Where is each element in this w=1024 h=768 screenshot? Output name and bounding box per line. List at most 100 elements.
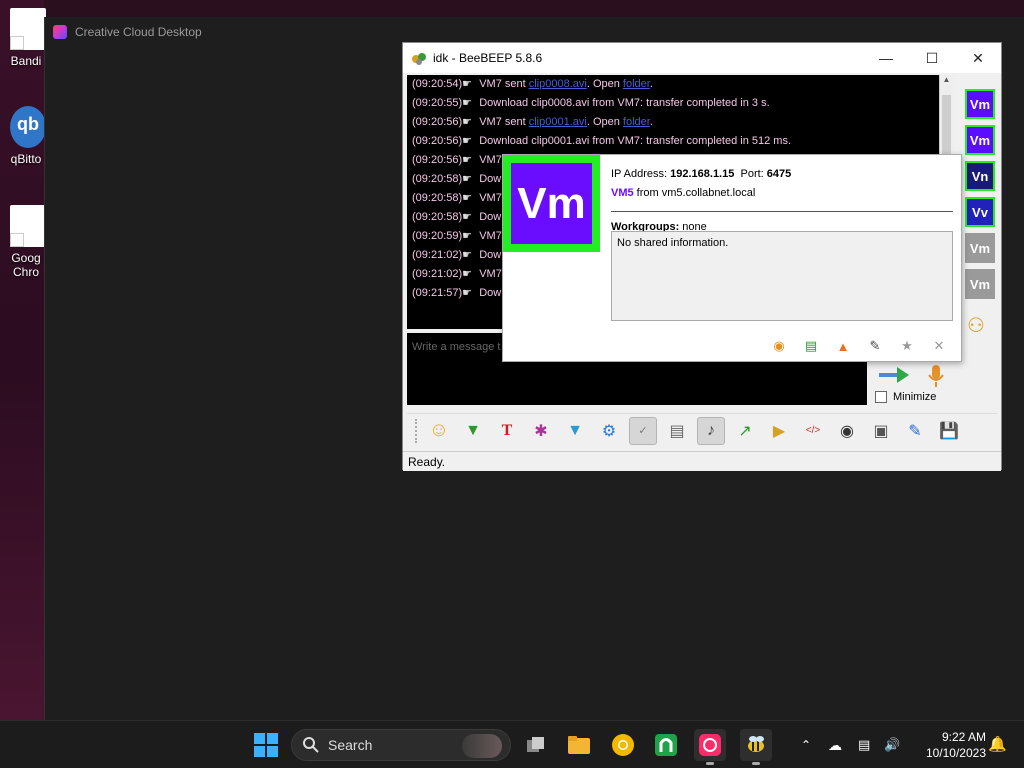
toolbar-grip[interactable] (415, 418, 419, 443)
clock[interactable]: 9:22 AM 10/10/2023 (910, 729, 986, 761)
screenshot-icon[interactable]: ◉ (833, 417, 861, 445)
chrome-canary-icon (612, 734, 634, 756)
shared-info-box: No shared information. (611, 231, 953, 321)
beebeep-taskbar-button[interactable] (740, 729, 772, 765)
user-avatar-button[interactable]: Vm (965, 269, 995, 299)
file-link[interactable]: clip0008.avi (529, 78, 587, 90)
message-placeholder: Write a message t (412, 341, 501, 353)
creative-cloud-taskbar-button[interactable] (694, 729, 726, 765)
folder-link[interactable]: folder (623, 116, 650, 128)
chat-text: . (649, 78, 653, 90)
notification-bell-icon[interactable]: 🔔 (988, 735, 1007, 753)
user-avatar-button[interactable]: Vm (965, 89, 995, 119)
send-icon[interactable] (877, 363, 911, 387)
user-info: IP Address: 192.168.1.15 Port: 6475 VM5 … (611, 165, 953, 237)
clock-time: 9:22 AM (941, 730, 986, 744)
user-avatar-button[interactable]: Vm (965, 233, 995, 263)
chat-timestamp: (09:20:56) (412, 116, 463, 128)
send-file-icon[interactable]: ▶ (765, 417, 793, 445)
chat-timestamp: (09:20:56) (412, 135, 463, 147)
group-users-icon[interactable]: ⚇ (967, 313, 995, 341)
file-link[interactable]: clip0001.avi (529, 116, 587, 128)
file-transfer-icon: ☛ (462, 78, 473, 90)
volume-icon[interactable]: 🔊 (884, 737, 904, 753)
settings-gear-icon[interactable]: ⚙ (595, 417, 623, 445)
remove-user-icon[interactable]: ✕ (929, 337, 949, 355)
user-avatar-button[interactable]: Vv (965, 197, 995, 227)
file-transfer-icon: ☛ (462, 135, 473, 147)
chat-bubble-icon[interactable]: ◉ (769, 337, 789, 355)
minimize-label: Minimize (893, 391, 937, 403)
network-icon[interactable]: ▤ (858, 737, 878, 753)
minimize-window-button[interactable]: — (863, 43, 909, 73)
minimize-checkbox[interactable] (875, 391, 887, 403)
app-horseshoe-button[interactable] (650, 729, 682, 761)
search-highlight-image (462, 734, 502, 758)
file-transfer-icon: ☛ (462, 154, 473, 166)
chat-text: VM7 (476, 230, 502, 242)
dictionary-icon[interactable]: ▤ (663, 417, 691, 445)
beebeep-titlebar[interactable]: idk - BeeBEEP 5.8.6 — ☐ ✕ (403, 43, 1001, 73)
export-document-icon[interactable]: ↗ (731, 417, 759, 445)
desktop-icon-label: Goog Chro (11, 251, 41, 279)
user-avatar-button[interactable]: Vn (965, 161, 995, 191)
microphone-icon[interactable] (925, 363, 947, 389)
onedrive-icon[interactable]: ☁ (828, 737, 852, 754)
user-avatar-button[interactable]: Vm (965, 125, 995, 155)
file-transfer-icon: ☛ (462, 116, 473, 128)
running-indicator (752, 762, 760, 765)
clipboard-icon[interactable]: ♪ (697, 416, 725, 445)
shared-info-text: No shared information. (617, 237, 729, 249)
window-capture-icon[interactable]: ▣ (867, 417, 895, 445)
chat-line: (09:20:54) ☛ VM7 sent clip0008.avi. Open… (407, 75, 939, 94)
chat-timestamp: (09:20:54) (412, 78, 463, 90)
user-host: from vm5.collabnet.local (633, 187, 756, 199)
task-view-icon (527, 737, 544, 752)
notes-icon[interactable]: ✎ (901, 417, 929, 445)
creative-cloud-icon (53, 25, 67, 39)
windows-logo-pane (254, 746, 265, 757)
user-info-popup: Vm IP Address: 192.168.1.15 Port: 6475 V… (502, 154, 962, 362)
taskbar-search[interactable]: Search (291, 729, 511, 761)
chat-text: VM7 (476, 192, 502, 204)
search-label: Search (328, 737, 373, 753)
desktop-icon-label: qBitto (10, 152, 42, 166)
folder-icon (568, 736, 590, 754)
network-info: IP Address: 192.168.1.15 Port: 6475 (611, 165, 953, 184)
filter-icon[interactable]: ▼ (561, 417, 589, 445)
popup-actions: ◉ ▤ ▲ ✎ ★ ✕ (769, 337, 949, 355)
font-icon[interactable]: T (493, 417, 521, 445)
ip-address: 192.168.1.15 (670, 168, 735, 180)
file-transfer-icon: ☛ (462, 249, 473, 261)
close-window-button[interactable]: ✕ (955, 43, 1001, 73)
chat-line: (09:20:56) ☛ Download clip0001.avi from … (407, 132, 939, 151)
desktop: Bandi qb qBitto Goog Chro (0, 0, 46, 720)
task-view-button[interactable] (520, 729, 552, 761)
file-explorer-button[interactable] (563, 729, 595, 761)
send-file-icon[interactable]: ▤ (801, 337, 821, 355)
chat-text: . (649, 116, 653, 128)
text-marker-icon[interactable]: ▼ (459, 417, 487, 445)
chrome-canary-button[interactable] (607, 729, 639, 761)
qbittorrent-icon: qb (10, 106, 46, 148)
chat-timestamp: (09:20:59) (412, 230, 463, 242)
scroll-up-arrow[interactable]: ▲ (940, 75, 953, 89)
save-chat-icon[interactable]: 💾 (935, 417, 963, 445)
edit-vcard-icon[interactable]: ✎ (865, 337, 885, 355)
spellcheck-icon[interactable]: ✓ (629, 416, 657, 445)
ip-label: IP Address: (611, 168, 668, 180)
beebeep-icon (412, 53, 426, 65)
bell-icon[interactable]: ▲ (833, 337, 853, 355)
minimize-checkbox-row[interactable]: Minimize (875, 391, 936, 403)
start-button[interactable] (254, 733, 278, 757)
chat-text: Dow (476, 249, 502, 261)
chat-timestamp: (09:20:58) (412, 192, 463, 204)
html-code-icon[interactable]: </> (799, 417, 827, 445)
chat-timestamp: (09:21:57) (412, 287, 463, 299)
show-hidden-icons-chevron-up-icon[interactable]: ⌃ (796, 738, 816, 752)
emoticon-icon[interactable]: ☺ (425, 417, 453, 445)
maximize-window-button[interactable]: ☐ (909, 43, 955, 73)
folder-link[interactable]: folder (623, 78, 650, 90)
favorite-star-icon[interactable]: ★ (897, 337, 917, 355)
color-palette-icon[interactable]: ✱ (527, 417, 555, 445)
